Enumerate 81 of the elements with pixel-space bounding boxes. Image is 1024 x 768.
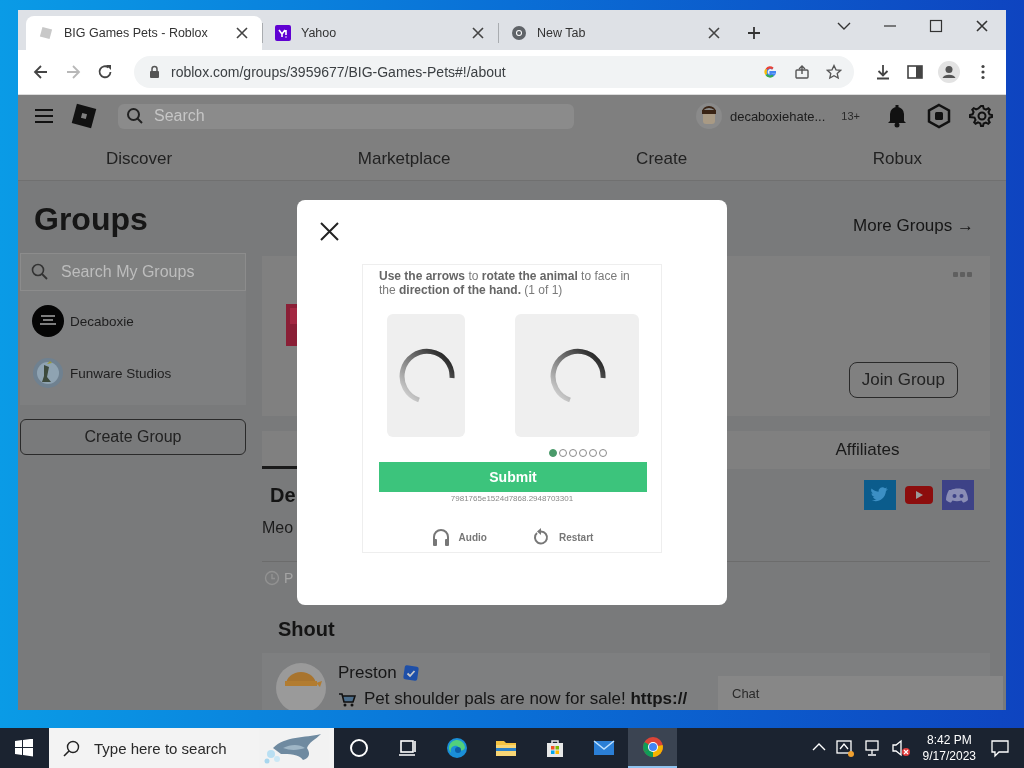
page-title: Groups <box>33 200 149 239</box>
address-bar[interactable]: roblox.com/groups/3959677/BIG-Games-Pets#!/about <box>134 56 854 88</box>
maximize-icon[interactable] <box>928 18 944 34</box>
close-icon[interactable] <box>234 25 250 41</box>
browser-tab[interactable]: Yahoo <box>262 23 498 43</box>
edge-browser-icon <box>444 736 469 760</box>
google-logo-icon[interactable] <box>762 64 778 80</box>
group-name: Funware Studios <box>70 365 172 381</box>
instruction-text: Use the arrows to rotate the animal to face in the direction of the hand. (1 of 1) <box>379 269 631 297</box>
search-placeholder: Type here to search <box>94 739 227 757</box>
url-text: roblox.com/groups/3959677/BIG-Games-Pets#!/about <box>171 64 506 80</box>
robux-icon[interactable] <box>926 103 952 129</box>
avatar-icon[interactable] <box>695 103 722 129</box>
loading-spinner-icon <box>397 347 455 404</box>
cart-icon <box>338 690 356 708</box>
browser-tab[interactable]: New Tab <box>498 23 734 43</box>
lock-icon <box>148 65 161 79</box>
reload-icon[interactable] <box>96 63 114 81</box>
search-placeholder: Search My Groups <box>61 263 195 281</box>
session-id: 7981765e1524d7868.2948703301 <box>449 494 575 503</box>
nav-link[interactable]: Marketplace <box>357 148 451 169</box>
nav-link[interactable]: Create <box>636 148 688 169</box>
side-panel-icon[interactable] <box>906 63 924 81</box>
chrome-logo-icon <box>511 25 527 41</box>
create-group-button[interactable]: Create Group <box>20 419 246 455</box>
new-tab-icon[interactable] <box>746 25 762 41</box>
notification-icon[interactable] <box>990 738 1010 758</box>
windows-logo-icon[interactable] <box>15 739 33 757</box>
profile-icon[interactable] <box>938 61 960 83</box>
clock-icon <box>264 570 280 586</box>
loading-spinner-icon <box>548 347 606 404</box>
search-icon <box>63 739 80 757</box>
submit-button[interactable]: Submit <box>379 462 647 492</box>
shout-text: Pet shoulder pals are now for sale! https:// <box>364 689 688 709</box>
tab-title: New Tab <box>537 26 586 40</box>
tab-title: Yahoo <box>301 26 337 40</box>
search-field[interactable]: Type here to search <box>49 728 334 768</box>
more-groups-link[interactable]: More Groups → <box>853 215 974 236</box>
speaker-muted-icon[interactable] <box>890 738 911 758</box>
section-heading: De <box>269 483 296 507</box>
group-name: Decaboxie <box>70 313 134 329</box>
chat-label: Chat <box>732 685 760 701</box>
chat-bar[interactable]: Chat <box>718 676 1003 710</box>
author-name[interactable]: Preston <box>338 663 397 683</box>
search-placeholder: Search <box>154 107 205 125</box>
group-item[interactable]: Decaboxie <box>20 295 246 347</box>
group-tab[interactable]: Affiliates <box>745 440 990 460</box>
search-field[interactable]: Search My Groups <box>20 253 246 291</box>
browser-tab[interactable]: BIG Games Pets - Roblox <box>26 16 262 50</box>
search-icon <box>126 107 144 125</box>
download-icon[interactable] <box>874 63 892 81</box>
image-tile[interactable] <box>515 314 639 437</box>
close-icon[interactable] <box>470 25 486 41</box>
age-label: 13+ <box>841 110 860 122</box>
tab-title: BIG Games Pets - Roblox <box>64 26 208 40</box>
restart-button[interactable]: Restart <box>530 527 594 547</box>
star-icon[interactable] <box>826 64 842 80</box>
yahoo-logo-icon <box>275 25 291 41</box>
search-icon <box>31 263 49 281</box>
share-icon[interactable] <box>794 64 810 80</box>
close-icon[interactable] <box>706 25 722 41</box>
back-arrow-icon[interactable] <box>32 63 50 81</box>
nav-link[interactable]: Robux <box>872 148 922 169</box>
join-group-button[interactable]: Join Group <box>848 362 958 398</box>
nav-link[interactable]: Discover <box>106 148 173 169</box>
menu-icon[interactable] <box>34 106 54 126</box>
close-icon[interactable] <box>974 18 990 34</box>
group-avatar <box>32 357 64 389</box>
audio-button[interactable]: Audio <box>430 527 487 547</box>
roblox-logo-icon <box>38 25 54 41</box>
section-heading: Shout <box>277 617 336 641</box>
clock[interactable]: 8:42 PM 9/17/2023 <box>922 732 976 764</box>
headphones-icon <box>430 527 451 547</box>
group-item[interactable]: Funware Studios <box>20 347 246 399</box>
settings-icon[interactable] <box>968 103 994 129</box>
chrome-logo-icon <box>640 735 665 759</box>
group-avatar <box>32 305 64 337</box>
image-tile[interactable] <box>387 314 465 437</box>
close-icon[interactable] <box>320 222 339 241</box>
game-controller-icon[interactable] <box>942 480 974 510</box>
username[interactable]: decaboxiehate... <box>729 108 826 124</box>
